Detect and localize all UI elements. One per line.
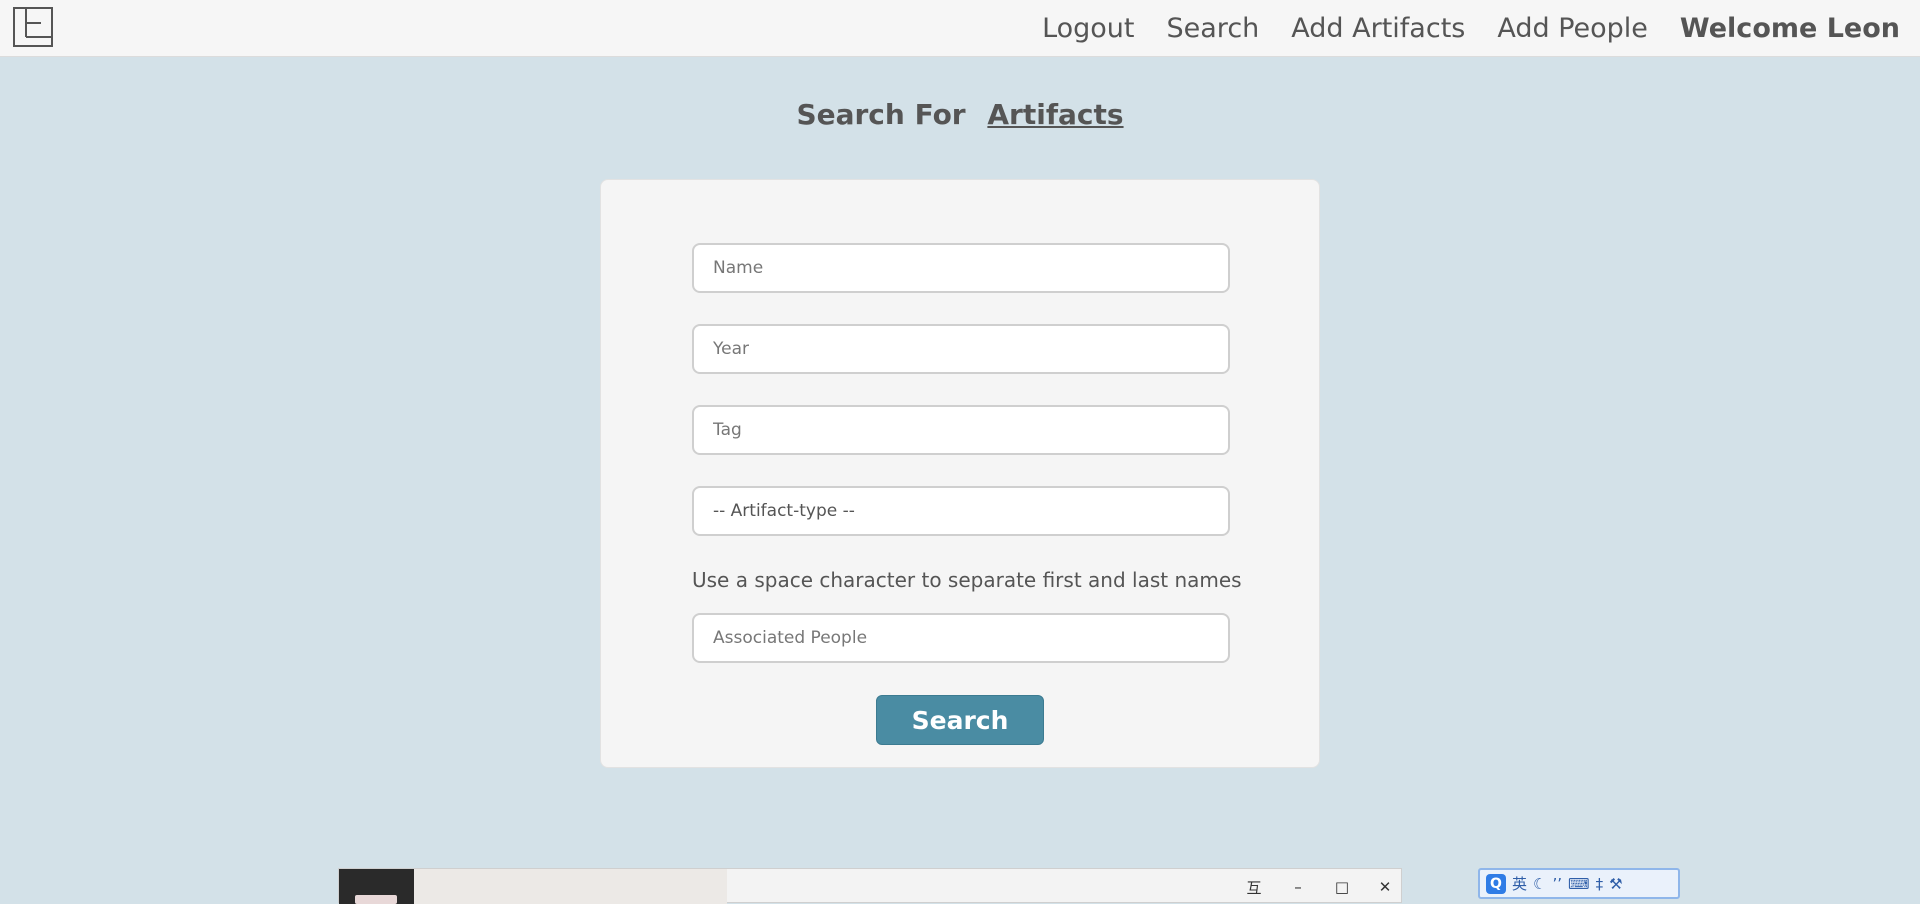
close-icon[interactable]: ✕ — [1373, 875, 1397, 899]
nav-logout-link[interactable]: Logout — [1042, 13, 1134, 44]
window-preview-panel — [414, 869, 727, 904]
nav-add-artifacts-link[interactable]: Add Artifacts — [1291, 13, 1465, 44]
wrench-icon[interactable]: ⚒ — [1609, 875, 1622, 893]
welcome-user-label: Welcome Leon — [1679, 12, 1900, 44]
top-navbar: Logout Search Add Artifacts Add People W… — [0, 0, 1920, 57]
search-button[interactable]: Search — [876, 695, 1044, 745]
keyboard-icon[interactable]: ⌨ — [1568, 875, 1590, 893]
maximize-icon[interactable]: □ — [1330, 875, 1354, 899]
ime-language-toggle[interactable]: 英 — [1512, 873, 1527, 894]
moon-icon[interactable]: ☾ — [1533, 875, 1546, 893]
minimized-window-bar[interactable]: 互 – □ ✕ — [338, 868, 1402, 904]
window-thumbnail[interactable] — [339, 869, 414, 904]
ime-toolbar: Q 英 ☾ ’’ ⌨ ‡ ⚒ — [1478, 868, 1680, 899]
minimize-icon[interactable]: – — [1286, 875, 1310, 899]
artifact-type-select[interactable]: -- Artifact-type -- — [692, 486, 1230, 536]
logo-icon[interactable] — [13, 7, 53, 47]
name-input[interactable] — [692, 243, 1230, 293]
ime-logo-icon[interactable]: Q — [1486, 873, 1506, 894]
search-form-card: -- Artifact-type -- Use a space characte… — [600, 179, 1320, 768]
nav-add-people-link[interactable]: Add People — [1497, 13, 1648, 44]
nav-links: Logout Search Add Artifacts Add People W… — [1042, 0, 1900, 56]
punctuation-icon[interactable]: ’’ — [1552, 875, 1562, 893]
page-title-prefix: Search For — [796, 98, 966, 131]
split-icon[interactable]: ‡ — [1596, 875, 1604, 893]
year-input[interactable] — [692, 324, 1230, 374]
tag-input[interactable] — [692, 405, 1230, 455]
artifacts-toggle-link[interactable]: Artifacts — [987, 98, 1123, 131]
artifact-type-selected-value: -- Artifact-type -- — [713, 501, 855, 521]
nav-search-link[interactable]: Search — [1167, 13, 1260, 44]
page-title: Search For Artifacts — [0, 98, 1920, 131]
pin-icon[interactable]: 互 — [1242, 875, 1266, 899]
name-format-hint: Use a space character to separate first … — [692, 568, 1242, 592]
associated-people-input[interactable] — [692, 613, 1230, 663]
